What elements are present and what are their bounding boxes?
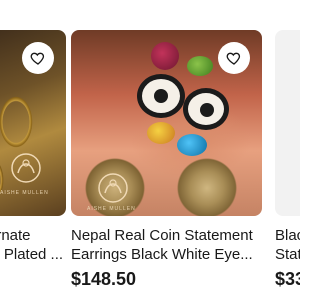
brand-logo — [6, 148, 46, 188]
listing-card[interactable]: AISHE MULLEN Nepal Real Coin Statement E… — [71, 30, 262, 290]
blue-bead — [177, 134, 207, 156]
red-bead — [151, 42, 179, 70]
listing-carousel: AISHE MULLEN ... Ornate Gold Plated ... — [0, 0, 300, 300]
heart-icon — [30, 52, 45, 65]
listing-title[interactable]: Nepal Real Coin Statement Earrings Black… — [71, 226, 262, 264]
listing-price: $148.50 — [71, 269, 137, 289]
listing-image[interactable]: AISHE MULLEN — [71, 30, 262, 216]
listing-image[interactable] — [275, 30, 300, 216]
favorite-button[interactable] — [218, 42, 250, 74]
eye-bead — [137, 74, 185, 118]
brand-watermark: AISHE MULLEN — [0, 190, 49, 196]
brand-watermark: AISHE MULLEN — [87, 206, 136, 212]
favorite-button[interactable] — [22, 42, 54, 74]
eye-bead — [183, 88, 229, 130]
heart-icon — [226, 52, 241, 65]
listing-title[interactable]: Black ... Statement ... — [275, 226, 300, 264]
listing-card-left[interactable]: AISHE MULLEN ... Ornate Gold Plated ... — [0, 30, 66, 264]
listing-image[interactable]: AISHE MULLEN — [0, 30, 66, 216]
yellow-bead — [147, 122, 175, 144]
listing-title[interactable]: ... Ornate Gold Plated ... — [0, 226, 66, 264]
listing-price: $33 — [275, 269, 300, 289]
green-bead — [187, 56, 213, 76]
brand-logo — [93, 168, 133, 208]
listing-card-right[interactable]: Black ... Statement ... $33 — [275, 30, 300, 290]
